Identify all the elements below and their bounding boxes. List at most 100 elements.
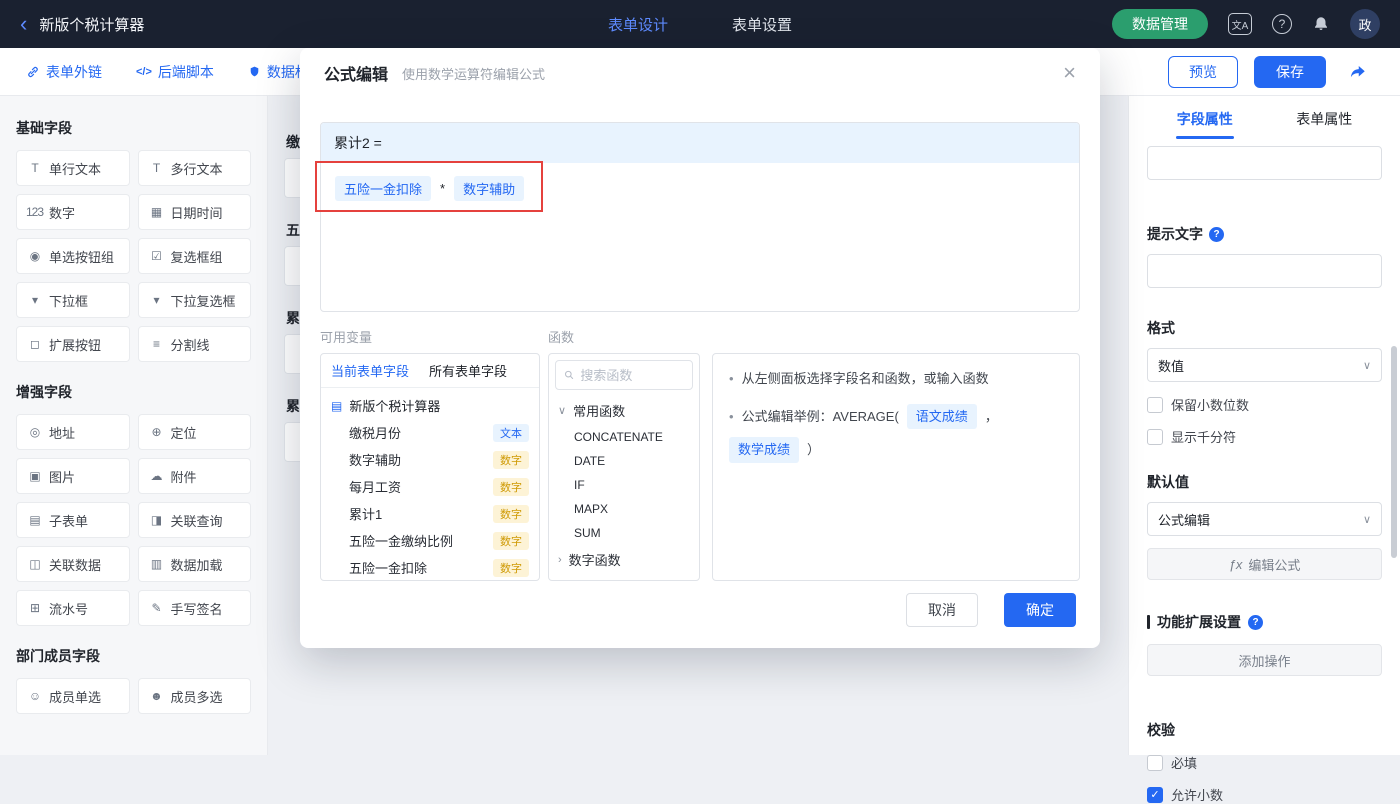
edit-formula-button[interactable]: ƒx 编辑公式 (1147, 548, 1382, 580)
sidebar-item-linked-query[interactable]: ◨ 关联查询 (137, 502, 251, 538)
sidebar-item-location[interactable]: ⊕ 定位 (137, 414, 251, 450)
formula-editor: 累计2 = 五险一金扣除 * 数字辅助 (320, 122, 1080, 312)
sidebar-item-extend-button[interactable]: ◻ 扩展按钮 (16, 326, 130, 362)
function-group-common[interactable]: ∨ 常用函数 (549, 396, 699, 425)
address-icon: ◎ (29, 425, 40, 439)
member-single-icon: ☺ (28, 689, 41, 703)
topbar: ‹ 新版个税计算器 表单设计 表单设置 数据管理 文A ? 政 (0, 0, 1400, 48)
sidebar-item-dropdown[interactable]: ▾ 下拉框 (16, 282, 130, 318)
chevron-down-icon: ∨ (558, 405, 567, 417)
sidebar-item-number[interactable]: 123 数字 (16, 194, 130, 230)
confirm-button[interactable]: 确定 (1004, 593, 1076, 627)
backend-script-link[interactable]: </> 后端脚本 (136, 62, 214, 82)
required-checkbox[interactable] (1147, 754, 1163, 771)
variables-tree-root[interactable]: ▤ 新版个税计算器 (321, 388, 539, 419)
sidebar-item-datetime[interactable]: ▦ 日期时间 (137, 194, 251, 230)
tab-current-form-fields[interactable]: 当前表单字段 (321, 361, 419, 380)
sidebar-item-signature[interactable]: ✎ 手写签名 (137, 590, 251, 626)
tab-field-properties[interactable]: 字段属性 (1145, 96, 1265, 144)
extension-settings-header: 功能扩展设置 ? (1147, 612, 1382, 632)
tab-form-settings[interactable]: 表单设置 (732, 14, 792, 35)
variable-row[interactable]: 每月工资 数字 (321, 473, 539, 500)
variable-row[interactable]: 缴税月份 文本 (321, 419, 539, 446)
function-item[interactable]: SUM (549, 521, 699, 545)
sidebar-item-checkbox-group[interactable]: ☑ 复选框组 (137, 238, 251, 274)
sidebar-item-attachment[interactable]: ☁ 附件 (137, 458, 251, 494)
function-group-number[interactable]: › 数字函数 (549, 545, 699, 574)
modal-subtitle: 使用数学运算符编辑公式 (402, 66, 546, 82)
field-title-input[interactable] (1147, 146, 1382, 180)
preview-button[interactable]: 预览 (1168, 55, 1238, 88)
image-icon: ▣ (29, 469, 40, 483)
close-icon[interactable]: × (1063, 62, 1076, 84)
properties-panel: 字段属性 表单属性 提示文字 ? 格式 数值 ∨ 保留小数位数 显示千分符 默认… (1128, 96, 1400, 803)
translate-icon[interactable]: 文A (1228, 13, 1252, 35)
code-icon: </> (136, 65, 152, 78)
panel-tabs: 字段属性 表单属性 (1145, 96, 1384, 144)
formula-input-area[interactable]: 五险一金扣除 * 数字辅助 (321, 163, 1079, 214)
data-manage-button[interactable]: 数据管理 (1112, 9, 1208, 39)
back-icon[interactable]: ‹ (20, 13, 27, 35)
sidebar-item-linked-data[interactable]: ◫ 关联数据 (16, 546, 130, 582)
default-value-select[interactable]: 公式编辑 ∨ (1147, 502, 1382, 536)
thousand-separator-checkbox[interactable] (1147, 428, 1163, 445)
sidebar-item-serial-number[interactable]: ⊞ 流水号 (16, 590, 130, 626)
form-external-link[interactable]: 表单外链 (26, 62, 102, 82)
variable-row[interactable]: 累计1 数字 (321, 500, 539, 527)
tab-form-properties[interactable]: 表单属性 (1265, 96, 1385, 144)
function-item[interactable]: CONCATENATE (549, 425, 699, 449)
divider-icon: ≡ (152, 337, 160, 351)
multi-line-text-icon: T (152, 161, 160, 175)
sidebar-item-radio-group[interactable]: ◉ 单选按钮组 (16, 238, 130, 274)
panel-scrollbar[interactable] (1391, 346, 1397, 558)
modal-title: 公式编辑 (324, 67, 389, 84)
sidebar-item-multi-line-text[interactable]: T 多行文本 (137, 150, 251, 186)
sidebar-item-member-multi[interactable]: ☻ 成员多选 (137, 678, 251, 714)
variables-tabs: 当前表单字段 所有表单字段 (321, 354, 539, 388)
formula-token-field[interactable]: 五险一金扣除 (335, 176, 432, 201)
extension-help-icon[interactable]: ? (1248, 614, 1263, 630)
help-icon[interactable]: ? (1272, 14, 1292, 34)
required-row: 必填 (1147, 753, 1382, 772)
notification-bell-icon[interactable] (1312, 15, 1330, 33)
chevron-right-icon: › (558, 553, 562, 566)
sidebar-item-subform[interactable]: ▤ 子表单 (16, 502, 130, 538)
tab-form-design[interactable]: 表单设计 (608, 14, 668, 35)
section-title-member: 部门成员字段 (16, 648, 100, 664)
location-icon: ⊕ (151, 425, 161, 439)
variable-row[interactable]: 五险一金扣除 数字 (321, 554, 539, 580)
function-item[interactable]: IF (549, 473, 699, 497)
keep-decimal-checkbox[interactable] (1147, 396, 1163, 413)
share-icon[interactable] (1342, 55, 1374, 88)
data-load-icon: ▥ (150, 557, 162, 571)
fx-icon: ƒx (1228, 556, 1243, 572)
add-action-button[interactable]: 添加操作 (1147, 644, 1382, 676)
function-item[interactable]: DATE (549, 449, 699, 473)
hint-help-icon[interactable]: ? (1209, 226, 1224, 242)
tips-box: • 从左侧面板选择字段名和函数，或输入函数 • 公式编辑举例：AVERAGE( … (712, 353, 1080, 581)
save-button[interactable]: 保存 (1254, 55, 1326, 88)
sidebar-item-single-line-text[interactable]: T 单行文本 (16, 150, 130, 186)
sidebar-item-data-load[interactable]: ▥ 数据加载 (137, 546, 251, 582)
variable-row[interactable]: 五险一金缴纳比例 数字 (321, 527, 539, 554)
format-select[interactable]: 数值 ∨ (1147, 348, 1382, 382)
sidebar-item-image[interactable]: ▣ 图片 (16, 458, 130, 494)
sidebar-item-member-single[interactable]: ☺ 成员单选 (16, 678, 130, 714)
variable-row[interactable]: 数字辅助 数字 (321, 446, 539, 473)
hint-text-input[interactable] (1147, 254, 1382, 288)
function-search-input[interactable] (580, 367, 684, 383)
canvas-field-label: 累 (286, 310, 300, 326)
function-group-text[interactable]: › 文本函数 (549, 574, 699, 580)
bullet-icon: • (729, 408, 734, 424)
sidebar-item-multi-dropdown[interactable]: ▾ 下拉复选框 (137, 282, 251, 318)
cancel-button[interactable]: 取消 (906, 593, 978, 627)
allow-decimal-checkbox[interactable] (1147, 786, 1163, 803)
function-item[interactable]: MAPX (549, 497, 699, 521)
sidebar-item-address[interactable]: ◎ 地址 (16, 414, 130, 450)
sidebar-item-divider[interactable]: ≡ 分割线 (137, 326, 251, 362)
function-search[interactable] (555, 360, 693, 390)
tab-all-form-fields[interactable]: 所有表单字段 (419, 361, 517, 380)
formula-token-field[interactable]: 数字辅助 (454, 176, 525, 201)
subform-icon: ▤ (29, 513, 40, 527)
avatar[interactable]: 政 (1350, 9, 1380, 39)
